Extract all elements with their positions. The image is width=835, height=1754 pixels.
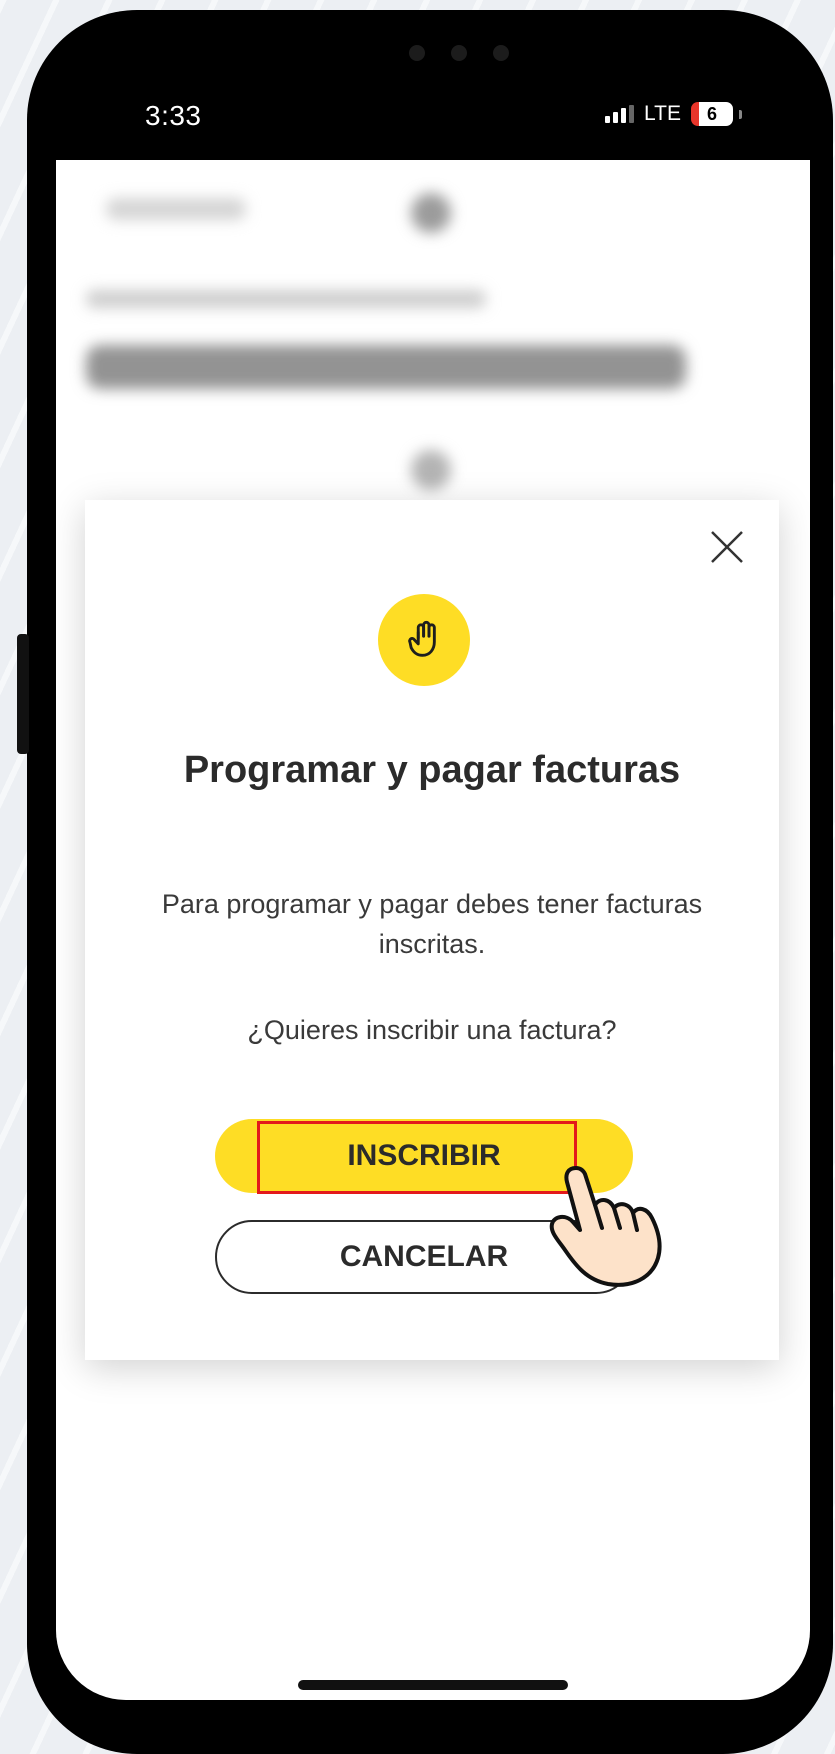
status-time: 3:33 (145, 100, 202, 131)
camera-dots (409, 45, 509, 61)
modal-question: ¿Quieres inscribir una factura? (247, 1015, 617, 1045)
close-button[interactable] (705, 525, 749, 569)
side-button (17, 634, 29, 754)
battery-icon: 6 (690, 102, 733, 126)
battery-nub (738, 109, 742, 119)
signal-icon (605, 105, 634, 123)
raised-hand-icon (408, 620, 436, 657)
status-indicators: LTE 6 (605, 102, 742, 126)
close-icon (711, 531, 743, 563)
modal-message: Para programar y pagar debes tener factu… (161, 889, 703, 959)
raised-hand-badge (378, 594, 470, 686)
modal-title: Programar y pagar facturas (183, 749, 681, 791)
network-label: LTE (644, 102, 681, 125)
pointing-hand-icon (549, 1166, 662, 1287)
app-screen: Programar y pagar facturas Para programa… (56, 160, 810, 1700)
home-indicator (298, 1680, 568, 1690)
modal-dialog: Programar y pagar facturas Para programa… (85, 500, 779, 1360)
